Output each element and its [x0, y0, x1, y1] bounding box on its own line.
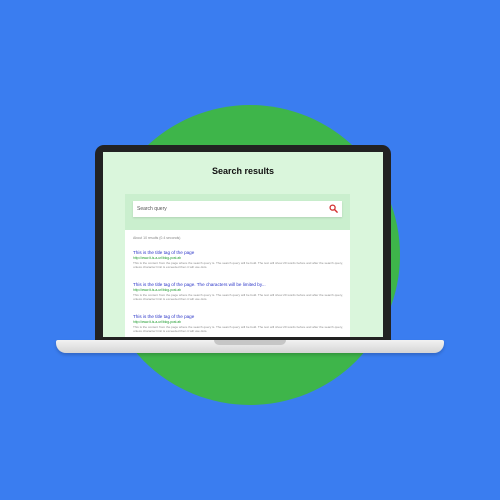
- search-result: This is the title tag of the page http:/…: [133, 250, 343, 269]
- search-bar-area: [125, 194, 350, 230]
- search-result: This is the title tag of the page http:/…: [133, 314, 343, 333]
- search-box: [133, 201, 342, 217]
- search-result: This is the title tag of the page. The c…: [133, 282, 343, 301]
- search-input[interactable]: [137, 203, 317, 215]
- result-snippet: This is the content from the page where …: [133, 293, 343, 302]
- search-icon[interactable]: [329, 204, 338, 213]
- result-snippet: This is the content from the page where …: [133, 261, 343, 270]
- results-count: About 10 results (0.4 seconds): [133, 236, 181, 240]
- page-title: Search results: [211, 166, 275, 176]
- results-panel: About 10 results (0.4 seconds) This is t…: [125, 194, 350, 337]
- laptop-notch: [214, 340, 286, 345]
- result-snippet: This is the content from the page where …: [133, 325, 343, 334]
- laptop-screen: Search results About 10 results (0.4 sec…: [103, 152, 383, 337]
